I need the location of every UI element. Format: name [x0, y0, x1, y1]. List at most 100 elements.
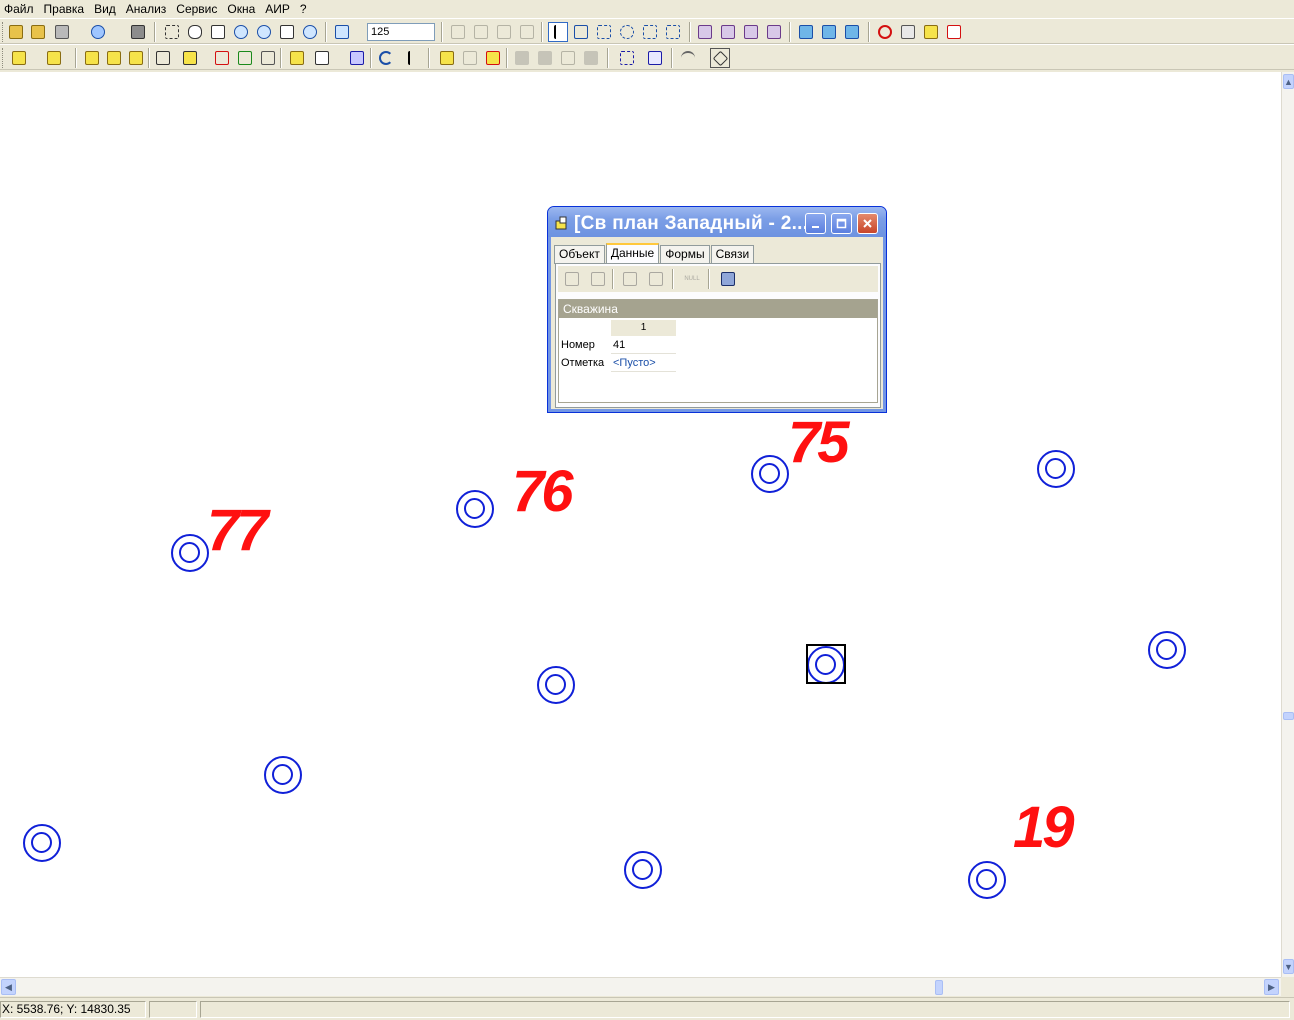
grid-icon[interactable] — [347, 48, 367, 68]
scroll-down-icon[interactable]: ▼ — [1283, 959, 1294, 974]
table-dropdown-icon[interactable] — [312, 48, 332, 68]
select-circle-icon[interactable] — [617, 22, 637, 42]
new-object-dropdown-icon[interactable] — [44, 48, 64, 68]
zoom-previous-icon[interactable] — [300, 22, 320, 42]
menu-file[interactable]: Файл — [0, 0, 40, 18]
well-marker[interactable] — [1148, 631, 1186, 669]
zoom-extents-icon[interactable] — [277, 22, 297, 42]
data-grid[interactable]: Скважина 1 Номер 41 Отметка <Пусто> — [558, 299, 878, 403]
sort-icon[interactable] — [718, 269, 738, 289]
zoom-window-icon[interactable] — [208, 22, 228, 42]
vertical-scroll-thumb[interactable] — [1283, 712, 1294, 720]
menu-analysis[interactable]: Анализ — [122, 0, 173, 18]
flag-list-icon[interactable] — [842, 22, 862, 42]
toolbar-grip[interactable] — [2, 22, 5, 42]
window-titlebar[interactable]: [Св план Западный - 2... — [548, 207, 886, 237]
pan-hand-icon[interactable] — [185, 22, 205, 42]
well-marker[interactable] — [264, 756, 302, 794]
scale-dropdown-icon[interactable] — [332, 22, 352, 42]
well-marker[interactable] — [624, 851, 662, 889]
well-marker[interactable] — [1037, 450, 1075, 488]
menu-edit[interactable]: Правка — [40, 0, 91, 18]
tab-data[interactable]: Данные — [605, 243, 660, 264]
layer-color-icon[interactable] — [921, 22, 941, 42]
close-icon[interactable] — [857, 213, 878, 234]
well-marker[interactable] — [537, 666, 575, 704]
stop-icon[interactable] — [875, 22, 895, 42]
open-project-icon[interactable] — [28, 22, 48, 42]
object-scale-icon[interactable] — [126, 48, 146, 68]
copy-object-icon — [471, 22, 491, 42]
grid-add-icon[interactable] — [718, 22, 738, 42]
well-marker[interactable] — [968, 861, 1006, 899]
open-icon[interactable] — [6, 22, 26, 42]
measure-icon[interactable] — [678, 48, 698, 68]
well-marker[interactable] — [171, 534, 209, 572]
select-region-icon[interactable] — [162, 22, 182, 42]
grid-select-icon[interactable] — [695, 22, 715, 42]
report-icon[interactable] — [645, 48, 665, 68]
tab-forms[interactable]: Формы — [660, 245, 710, 264]
tab-links[interactable]: Связи — [710, 245, 755, 264]
menu-air[interactable]: АИР — [261, 0, 296, 18]
zoom-out-icon[interactable] — [254, 22, 274, 42]
minimize-icon[interactable] — [805, 213, 826, 234]
properties-window[interactable]: [Св план Западный - 2... Объект Данные Ф… — [547, 206, 887, 413]
node-edit-icon[interactable] — [153, 48, 173, 68]
select-by-layer-icon[interactable] — [663, 22, 683, 42]
well-label-19: 19 — [1013, 795, 1074, 860]
grid-invert-icon[interactable] — [764, 22, 784, 42]
node-merge-icon[interactable] — [258, 48, 278, 68]
select-line-icon[interactable] — [571, 22, 591, 42]
horizontal-scroll-thumb[interactable] — [935, 980, 943, 995]
pointer-icon[interactable] — [548, 22, 568, 42]
zoom-in-icon[interactable] — [231, 22, 251, 42]
node-delete-icon[interactable] — [212, 48, 232, 68]
layer-add-icon[interactable] — [287, 48, 307, 68]
maximize-icon[interactable] — [831, 213, 852, 234]
undo-icon[interactable] — [376, 48, 396, 68]
grid-cell[interactable]: <Пусто> — [611, 355, 676, 372]
flag-icon[interactable] — [796, 22, 816, 42]
node-add-icon[interactable] — [235, 48, 255, 68]
select-polygon-icon[interactable] — [640, 22, 660, 42]
select-rect-icon[interactable] — [594, 22, 614, 42]
status-panel — [149, 1001, 197, 1018]
well-marker[interactable] — [751, 455, 789, 493]
scroll-up-icon[interactable]: ▲ — [1283, 74, 1294, 89]
vertical-scrollbar[interactable]: ▲ ▼ — [1281, 72, 1294, 977]
layer-clear-icon[interactable] — [944, 22, 964, 42]
layers-dropdown-icon[interactable] — [52, 22, 72, 42]
well-marker[interactable] — [23, 824, 61, 862]
object-rotate-icon[interactable] — [104, 48, 124, 68]
grid-cell[interactable]: 41 — [611, 337, 676, 354]
search-dropdown-icon[interactable] — [88, 22, 108, 42]
zoom-input[interactable] — [367, 23, 435, 41]
horizontal-scrollbar[interactable]: ◀ ▶ — [0, 977, 1281, 996]
grid-column-header[interactable]: 1 — [611, 320, 676, 336]
well-marker[interactable] — [456, 490, 494, 528]
grid-remove-icon[interactable] — [741, 22, 761, 42]
layer-settings-icon[interactable] — [898, 22, 918, 42]
menu-service[interactable]: Сервис — [172, 0, 223, 18]
help-pointer-icon[interactable] — [403, 48, 423, 68]
tab-object[interactable]: Объект — [554, 245, 605, 264]
menu-help[interactable]: ? — [296, 0, 313, 18]
pencil-dropdown-icon[interactable] — [180, 48, 200, 68]
data-toolbar: NULL — [558, 266, 878, 292]
km-icon[interactable] — [710, 48, 730, 68]
query-icon[interactable] — [617, 48, 637, 68]
scroll-right-icon[interactable]: ▶ — [1264, 979, 1279, 995]
menu-windows[interactable]: Окна — [223, 0, 261, 18]
scroll-left-icon[interactable]: ◀ — [1, 979, 16, 995]
new-point-dropdown-icon[interactable] — [9, 48, 29, 68]
print-icon[interactable] — [128, 22, 148, 42]
tab-strip: Объект Данные Формы Связи — [554, 243, 755, 264]
flag-move-icon[interactable] — [819, 22, 839, 42]
selection-box[interactable] — [806, 644, 846, 684]
detach-icon[interactable] — [483, 48, 503, 68]
attach-icon[interactable] — [437, 48, 457, 68]
toolbar-grip[interactable] — [2, 48, 5, 68]
object-move-icon[interactable] — [82, 48, 102, 68]
menu-view[interactable]: Вид — [90, 0, 122, 18]
